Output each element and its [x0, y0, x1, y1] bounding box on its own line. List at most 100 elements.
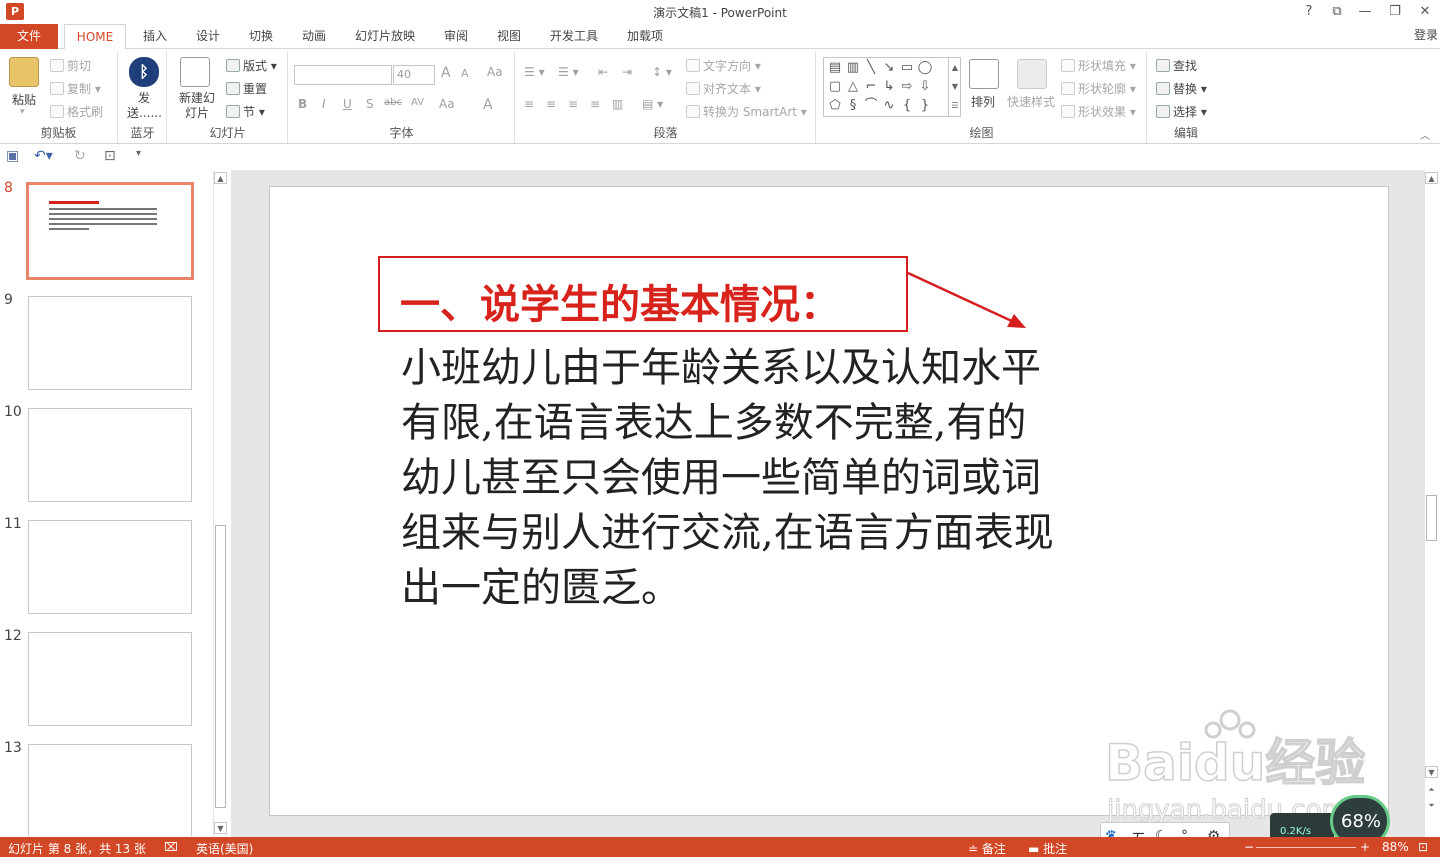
bold-button[interactable]: B	[298, 97, 307, 111]
restore-button[interactable]: ❐	[1382, 2, 1408, 22]
spellcheck-icon[interactable]: ⌧	[164, 840, 178, 854]
scroll-up-icon[interactable]: ▲	[1425, 172, 1438, 184]
font-size-combo[interactable]: 40	[393, 65, 435, 85]
paste-button[interactable]: 粘贴	[12, 91, 36, 108]
pentagon-shape-icon[interactable]: ⬠	[826, 97, 844, 115]
shapes-gallery[interactable]: ▤ ▥ ╲ ↘ ▭ ◯ ▢ △ ⌐ ↳ ⇨ ⇩ ⬠ § ⌒ ∿ { } ▲ ▼ ☰	[823, 57, 961, 117]
line-shape-icon[interactable]: ╲	[862, 59, 880, 77]
tab-slideshow[interactable]: 幻灯片放映	[352, 24, 418, 49]
align-text-button[interactable]: 对齐文本 ▾	[686, 80, 761, 97]
arrange-button[interactable]: 排列	[971, 93, 995, 110]
align-right-button[interactable]: ≡	[568, 97, 578, 111]
body-text-line[interactable]: 幼儿甚至只会使用一些简单的词或词	[401, 445, 1041, 503]
slide-thumbnail-11[interactable]	[28, 520, 192, 614]
copy-button[interactable]: 复制 ▾	[50, 80, 101, 97]
bullets-button[interactable]: ☰ ▾	[524, 65, 545, 79]
body-text-line[interactable]: 有限,在语言表达上多数不完整,有的	[401, 390, 1026, 448]
close-button[interactable]: ✕	[1412, 2, 1438, 22]
decrease-indent-button[interactable]: ⇤	[598, 65, 608, 79]
rectangle-shape-icon[interactable]: ▭	[898, 59, 916, 77]
previous-slide-icon[interactable]: ⏶	[1425, 784, 1438, 796]
change-case-button[interactable]: Aa	[439, 97, 455, 111]
body-text-line[interactable]: 出一定的匮乏。	[401, 555, 681, 613]
line-spacing-button[interactable]: ↕ ▾	[652, 65, 672, 79]
new-slide-button[interactable]: 新建幻灯片	[174, 91, 220, 121]
paste-dropdown-icon[interactable]: ▾	[20, 107, 25, 117]
tab-file[interactable]: 文件	[0, 24, 58, 49]
slide-thumbnail-13[interactable]	[28, 744, 192, 836]
slide-title[interactable]: 一、说学生的基本情况：	[400, 272, 840, 330]
scroll-down-icon[interactable]: ▼	[1425, 766, 1438, 778]
font-name-combo[interactable]	[294, 65, 392, 85]
arrow-line-shape-icon[interactable]: ↘	[880, 59, 898, 77]
text-direction-button[interactable]: 文字方向 ▾	[686, 57, 761, 74]
vertical-textbox-shape-icon[interactable]: ▥	[844, 59, 862, 77]
bluetooth-send-button[interactable]: 发送......	[127, 91, 162, 121]
tab-view[interactable]: 视图	[494, 24, 524, 49]
slide-thumbnail-10[interactable]	[28, 408, 192, 502]
slide-thumbnail-9[interactable]	[28, 296, 192, 390]
shape-fill-button[interactable]: 形状填充 ▾	[1061, 57, 1136, 74]
shadow-button[interactable]: S	[366, 97, 374, 111]
down-arrow-shape-icon[interactable]: ⇩	[916, 78, 934, 96]
redo-icon[interactable]: ↻	[74, 148, 86, 164]
tab-home[interactable]: HOME	[64, 24, 126, 50]
textbox-shape-icon[interactable]: ▤	[826, 59, 844, 77]
triangle-shape-icon[interactable]: △	[844, 78, 862, 96]
slide-thumbnail-12[interactable]	[28, 632, 192, 726]
tab-review[interactable]: 审阅	[441, 24, 471, 49]
thumbnail-scrollbar[interactable]: ▲ ▼	[213, 170, 228, 837]
zoom-out-icon[interactable]: −	[1244, 840, 1254, 854]
login-link[interactable]: 登录	[1414, 26, 1438, 43]
editor-scroll-thumb[interactable]	[1426, 495, 1437, 541]
arc-shape-icon[interactable]: ⌒	[862, 97, 880, 115]
freeform-shape-icon[interactable]: §	[844, 97, 862, 115]
shape-outline-button[interactable]: 形状轮廓 ▾	[1061, 80, 1136, 97]
ribbon-display-options-button[interactable]: ⧉	[1324, 2, 1350, 22]
section-button[interactable]: 节 ▾	[226, 103, 265, 120]
elbow-arrow-shape-icon[interactable]: ↳	[880, 78, 898, 96]
find-button[interactable]: 查找	[1156, 57, 1197, 74]
numbering-button[interactable]: ☰ ▾	[558, 65, 579, 79]
notes-button[interactable]: ≐ 备注	[968, 840, 1006, 857]
tab-insert[interactable]: 插入	[140, 24, 170, 49]
italic-button[interactable]: I	[322, 97, 326, 111]
curve-shape-icon[interactable]: ∿	[880, 97, 898, 115]
scroll-down-icon[interactable]: ▼	[214, 822, 227, 834]
zoom-level[interactable]: 88%	[1382, 840, 1409, 854]
reset-button[interactable]: 重置	[226, 80, 267, 97]
increase-indent-button[interactable]: ⇥	[622, 65, 632, 79]
strikethrough-button[interactable]: abc	[384, 97, 402, 108]
language-status[interactable]: 英语(美国)	[196, 840, 253, 857]
format-painter-button[interactable]: 格式刷	[50, 103, 103, 120]
elbow-connector-shape-icon[interactable]: ⌐	[862, 78, 880, 96]
shapes-gallery-scroll[interactable]: ▲ ▼ ☰	[948, 58, 961, 117]
right-arrow-shape-icon[interactable]: ⇨	[898, 78, 916, 96]
quick-styles-button[interactable]: 快速样式	[1007, 93, 1055, 110]
minimize-button[interactable]: —	[1352, 2, 1378, 22]
comments-button[interactable]: ▬ 批注	[1028, 840, 1067, 857]
rounded-rect-shape-icon[interactable]: ▢	[826, 78, 844, 96]
left-brace-shape-icon[interactable]: {	[898, 97, 916, 115]
cut-button[interactable]: 剪切	[50, 57, 91, 74]
tab-transitions[interactable]: 切换	[246, 24, 276, 49]
shrink-font-button[interactable]: A	[461, 67, 469, 80]
body-text-line[interactable]: 组来与别人进行交流,在语言方面表现	[401, 500, 1054, 558]
next-slide-icon[interactable]: ⏷	[1425, 800, 1438, 812]
scroll-up-icon[interactable]: ▲	[214, 172, 227, 184]
convert-smartart-button[interactable]: 转换为 SmartArt ▾	[686, 103, 807, 120]
collapse-ribbon-icon[interactable]: ︿	[1420, 127, 1430, 142]
start-slideshow-icon[interactable]: ⊡	[104, 148, 116, 164]
justify-button[interactable]: ≡	[590, 97, 600, 111]
slide-thumbnail-8[interactable]	[26, 182, 194, 280]
help-button[interactable]: ?	[1296, 2, 1322, 22]
undo-icon[interactable]: ↶▾	[34, 148, 53, 164]
customize-qat-icon[interactable]: ▾	[136, 148, 141, 159]
font-color-button[interactable]: A	[483, 97, 493, 113]
thumbnail-scroll-thumb[interactable]	[215, 525, 226, 808]
zoom-in-icon[interactable]: +	[1360, 840, 1370, 854]
tab-design[interactable]: 设计	[193, 24, 223, 49]
character-spacing-button[interactable]: AV	[411, 97, 424, 108]
slide-position-status[interactable]: 幻灯片 第 8 张，共 13 张	[8, 840, 146, 857]
layout-button[interactable]: 版式 ▾	[226, 57, 277, 74]
